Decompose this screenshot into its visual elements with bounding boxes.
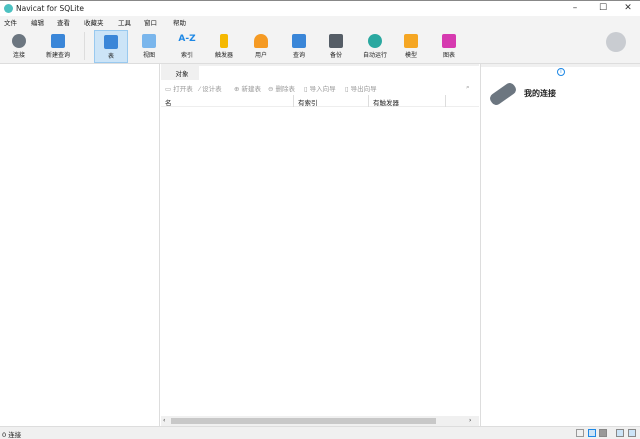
connection-tree-pane[interactable] [0, 64, 160, 426]
index-icon: A-Z [178, 34, 196, 44]
trigger-button[interactable]: 触发器 [207, 30, 241, 63]
backup-label: 备份 [329, 52, 342, 59]
column-header: 名 有索引 有触发器 [161, 95, 479, 107]
info-pane: i 我的连接 [480, 64, 640, 426]
table-icon [104, 35, 118, 49]
backup-button[interactable]: 备份 [319, 30, 353, 63]
open-table-label: 打开表 [173, 85, 193, 93]
list-view-icon[interactable] [576, 429, 584, 437]
query-button[interactable]: 查询 [282, 30, 316, 63]
menu-window[interactable]: 窗口 [144, 17, 157, 27]
robot-icon [368, 34, 382, 48]
connect-label: 连接 [12, 52, 25, 59]
status-bar: 0 连接 [0, 426, 640, 439]
chart-label: 图表 [442, 52, 455, 59]
menu-view[interactable]: 查看 [57, 17, 70, 27]
chart-icon [442, 34, 456, 48]
column-has-index[interactable]: 有索引 [298, 97, 318, 107]
scrollbar-thumb[interactable] [171, 418, 436, 424]
column-has-trigger[interactable]: 有触发器 [373, 97, 399, 107]
info-pane-top [481, 64, 640, 67]
column-name[interactable]: 名 [165, 97, 172, 107]
menu-file[interactable]: 文件 [4, 17, 17, 27]
info-icon[interactable]: i [557, 68, 565, 76]
search-icon[interactable]: ⌕ [466, 83, 470, 92]
new-query-icon [51, 34, 65, 48]
view-button[interactable]: 视图 [132, 30, 166, 63]
import-wizard-label: 导入向导 [309, 85, 336, 93]
toolbar-divider [84, 32, 85, 60]
new-table-button[interactable]: ⊕ 新建表 [234, 83, 261, 93]
status-text: 0 连接 [2, 431, 22, 439]
new-query-button[interactable]: 新建查询 [40, 30, 76, 63]
menu-bar: 文件 编辑 查看 收藏夹 工具 窗口 帮助 [0, 16, 640, 28]
plug-icon [488, 81, 518, 107]
app-logo-icon [4, 4, 13, 13]
model-icon [404, 34, 418, 48]
menu-help[interactable]: 帮助 [173, 17, 186, 27]
window-title: Navicat for SQLite [16, 4, 84, 13]
column-divider [293, 95, 294, 107]
detail-view-icon[interactable] [588, 429, 596, 437]
plug-icon [12, 34, 26, 48]
query-icon [292, 34, 306, 48]
automation-label: 自动运行 [362, 52, 387, 59]
main-toolbar: 连接 新建查询 表 视图 A-Z 索引 触发器 用户 查询 备份 自动运行 模型 … [0, 28, 640, 64]
er-view-icon[interactable] [599, 429, 607, 437]
user-label: 用户 [254, 52, 267, 59]
query-label: 查询 [292, 52, 305, 59]
object-toolbar: ▭ 打开表 ⁄ 设计表 ⊕ 新建表 ⊖ 删除表 ▯ 导入向导 ▯ 导出向导 ⌕ [161, 81, 479, 94]
trigger-label: 触发器 [214, 52, 233, 59]
table-label: 表 [107, 53, 114, 60]
automation-button[interactable]: 自动运行 [356, 30, 394, 63]
title-bar: Navicat for SQLite – ☐ ✕ [0, 0, 640, 16]
open-table-button[interactable]: ▭ 打开表 [165, 83, 193, 93]
view-label: 视图 [142, 52, 155, 59]
delete-table-label: 删除表 [275, 85, 296, 93]
new-table-label: 新建表 [241, 85, 262, 93]
export-wizard-label: 导出向导 [350, 85, 377, 93]
menu-favorites[interactable]: 收藏夹 [84, 17, 104, 27]
minimize-button[interactable]: – [568, 3, 582, 15]
connection-title: 我的连接 [524, 89, 556, 98]
user-button[interactable]: 用户 [244, 30, 278, 63]
design-table-label: 设计表 [202, 85, 222, 93]
close-button[interactable]: ✕ [621, 3, 635, 15]
tab-strip-fill [199, 66, 479, 80]
tab-objects[interactable]: 对象 [165, 64, 199, 80]
avatar[interactable] [606, 32, 626, 52]
tab-row: 对象 [161, 64, 479, 80]
lightning-icon [220, 34, 228, 48]
model-button[interactable]: 模型 [394, 30, 428, 63]
index-label: 索引 [180, 52, 193, 59]
toggle-left-pane-icon[interactable] [616, 429, 624, 437]
scroll-right-icon[interactable]: › [469, 417, 471, 424]
new-query-label: 新建查询 [45, 52, 70, 59]
import-wizard-button[interactable]: ▯ 导入向导 [304, 83, 336, 93]
maximize-button[interactable]: ☐ [596, 3, 610, 15]
menu-edit[interactable]: 编辑 [31, 17, 44, 27]
index-button[interactable]: A-Z 索引 [170, 30, 204, 63]
chart-button[interactable]: 图表 [432, 30, 466, 63]
design-table-button[interactable]: ⁄ 设计表 [199, 83, 222, 93]
connect-button[interactable]: 连接 [2, 30, 36, 63]
column-divider [368, 95, 369, 107]
view-icon [142, 34, 156, 48]
objects-pane: 对象 ▭ 打开表 ⁄ 设计表 ⊕ 新建表 ⊖ 删除表 ▯ 导入向导 ▯ 导出向导… [161, 64, 479, 426]
column-divider [445, 95, 446, 107]
table-button[interactable]: 表 [94, 30, 128, 63]
model-label: 模型 [404, 52, 417, 59]
toggle-right-pane-icon[interactable] [628, 429, 636, 437]
delete-table-button[interactable]: ⊖ 删除表 [268, 83, 295, 93]
user-icon [254, 34, 268, 48]
scroll-left-icon[interactable]: ‹ [163, 417, 165, 424]
backup-icon [329, 34, 343, 48]
horizontal-scrollbar[interactable]: ‹ › [161, 416, 479, 426]
export-wizard-button[interactable]: ▯ 导出向导 [345, 83, 377, 93]
menu-tools[interactable]: 工具 [118, 17, 131, 27]
